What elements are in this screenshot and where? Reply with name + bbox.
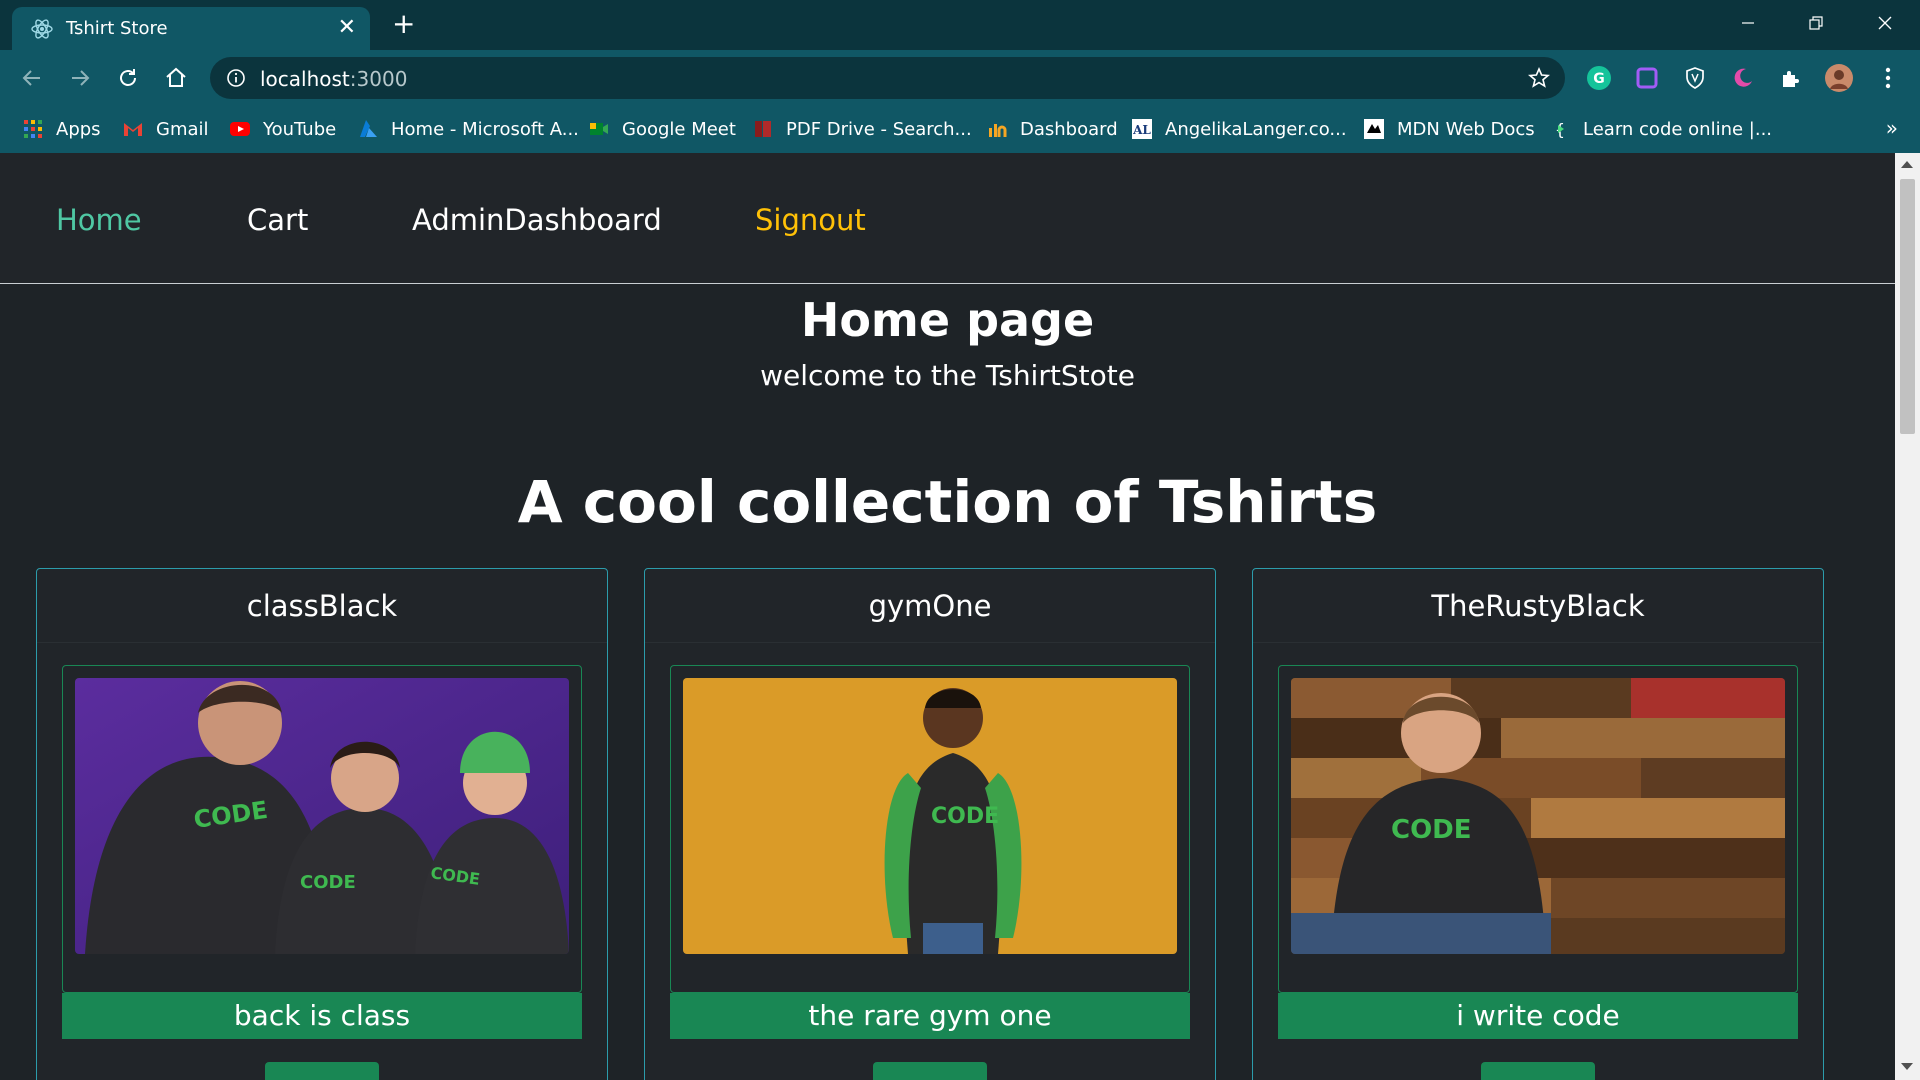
collection-heading: A cool collection of Tshirts bbox=[517, 468, 1378, 536]
svg-text:CODE: CODE bbox=[300, 872, 356, 893]
product-description: back is class bbox=[62, 993, 582, 1039]
azure-icon bbox=[360, 120, 377, 137]
product-image: CODE bbox=[1291, 678, 1785, 954]
browser-tab[interactable]: Tshirt Store ✕ bbox=[12, 7, 370, 50]
product-action-button[interactable] bbox=[873, 1062, 987, 1080]
pdf-drive-icon bbox=[755, 121, 771, 137]
more-bookmarks-chevron-icon[interactable]: » bbox=[1886, 116, 1898, 140]
scroll-thumb[interactable] bbox=[1900, 179, 1915, 434]
address-bar[interactable]: localhost:3000 bbox=[210, 57, 1565, 99]
shield-icon[interactable] bbox=[1681, 64, 1709, 92]
mdn-icon bbox=[1364, 119, 1384, 139]
nav-admin-dashboard-link[interactable]: AdminDashboard bbox=[412, 203, 662, 237]
bookmark-google-meet[interactable]: Google Meet bbox=[588, 116, 736, 142]
bookmark-codecademy[interactable]: { Learn code online |... bbox=[1549, 116, 1772, 142]
nav-home-link[interactable]: Home bbox=[56, 203, 142, 237]
back-arrow-icon[interactable] bbox=[16, 62, 48, 94]
nav-cart-link[interactable]: Cart bbox=[247, 203, 308, 237]
scroll-up-arrow-icon[interactable] bbox=[1901, 161, 1913, 168]
product-name: classBlack bbox=[37, 569, 607, 643]
bookmark-microsoft-azure[interactable]: Home - Microsoft A... bbox=[357, 116, 579, 142]
product-name: gymOne bbox=[645, 569, 1215, 643]
bookmark-mdn[interactable]: MDN Web Docs bbox=[1363, 116, 1535, 142]
product-description: the rare gym one bbox=[670, 993, 1190, 1039]
nav-signout-link[interactable]: Signout bbox=[755, 203, 866, 237]
bookmarks-bar: Apps Gmail YouTube Home - Microsoft A...… bbox=[0, 105, 1920, 153]
reload-icon[interactable] bbox=[112, 62, 144, 94]
svg-text:AL: AL bbox=[1132, 123, 1151, 137]
restore-icon[interactable] bbox=[1796, 8, 1836, 38]
product-card: TheRustyBlack CODE i write code bbox=[1252, 568, 1824, 1080]
svg-text:G: G bbox=[1593, 71, 1605, 87]
product-image: CODE CODE CODE bbox=[75, 678, 569, 954]
scroll-down-arrow-icon[interactable] bbox=[1901, 1063, 1913, 1070]
product-card: gymOne CODE the rare gym one bbox=[644, 568, 1216, 1080]
menu-kebab-icon[interactable] bbox=[1874, 64, 1902, 92]
bookmark-gmail[interactable]: Gmail bbox=[122, 116, 209, 142]
product-image-frame: CODE bbox=[670, 665, 1190, 993]
tab-title: Tshirt Store bbox=[66, 18, 168, 39]
product-description: i write code bbox=[1278, 993, 1798, 1039]
product-action-button[interactable] bbox=[1481, 1062, 1595, 1080]
bookmark-dashboard[interactable]: Dashboard bbox=[986, 116, 1118, 142]
product-action-button[interactable] bbox=[265, 1062, 379, 1080]
codecademy-icon: { bbox=[1555, 120, 1565, 139]
react-icon bbox=[31, 19, 53, 39]
dashboard-icon bbox=[989, 124, 1007, 137]
google-meet-icon bbox=[590, 123, 608, 135]
apps-grid-icon bbox=[24, 120, 42, 138]
gmail-icon bbox=[124, 123, 142, 136]
bookmark-angelikalanger[interactable]: AL AngelikaLanger.co... bbox=[1131, 116, 1347, 142]
close-window-icon[interactable] bbox=[1865, 8, 1905, 38]
minimize-icon[interactable] bbox=[1728, 8, 1768, 38]
forward-arrow-icon[interactable] bbox=[64, 62, 96, 94]
youtube-icon bbox=[230, 122, 250, 136]
grammarly-icon[interactable]: G bbox=[1585, 64, 1613, 92]
product-name: TheRustyBlack bbox=[1253, 569, 1823, 643]
dark-mode-moon-icon[interactable] bbox=[1729, 64, 1757, 92]
web-page: Home Cart AdminDashboard Signout Home pa… bbox=[0, 153, 1895, 1080]
bookmark-youtube[interactable]: YouTube bbox=[229, 116, 336, 142]
svg-text:CODE: CODE bbox=[931, 804, 999, 829]
svg-text:CODE: CODE bbox=[1391, 815, 1472, 845]
product-card: classBlack CODE CODE CODE back is class bbox=[36, 568, 608, 1080]
page-scrollbar[interactable] bbox=[1895, 153, 1920, 1080]
info-icon[interactable] bbox=[226, 68, 246, 88]
browser-toolbar: localhost:3000 G bbox=[0, 50, 1920, 105]
bookmark-apps[interactable]: Apps bbox=[22, 116, 101, 142]
close-tab-icon[interactable]: ✕ bbox=[338, 15, 356, 41]
extension-purple-icon[interactable] bbox=[1633, 64, 1661, 92]
home-icon[interactable] bbox=[160, 62, 192, 94]
site-navbar: Home Cart AdminDashboard Signout bbox=[0, 153, 1895, 284]
profile-avatar[interactable] bbox=[1825, 64, 1853, 92]
page-subtitle: welcome to the TshirtStote bbox=[760, 359, 1135, 392]
bookmark-star-icon[interactable] bbox=[1527, 66, 1551, 90]
bookmark-pdf-drive[interactable]: PDF Drive - Search... bbox=[752, 116, 972, 142]
angelikalanger-icon: AL bbox=[1132, 119, 1152, 139]
new-tab-icon[interactable]: + bbox=[392, 10, 415, 38]
browser-tabstrip: Tshirt Store ✕ + bbox=[0, 0, 1920, 50]
extensions-puzzle-icon[interactable] bbox=[1777, 64, 1805, 92]
product-image: CODE bbox=[683, 678, 1177, 954]
page-title: Home page bbox=[800, 293, 1095, 347]
product-image-frame: CODE CODE CODE bbox=[62, 665, 582, 993]
url-text: localhost:3000 bbox=[260, 67, 408, 91]
product-image-frame: CODE bbox=[1278, 665, 1798, 993]
